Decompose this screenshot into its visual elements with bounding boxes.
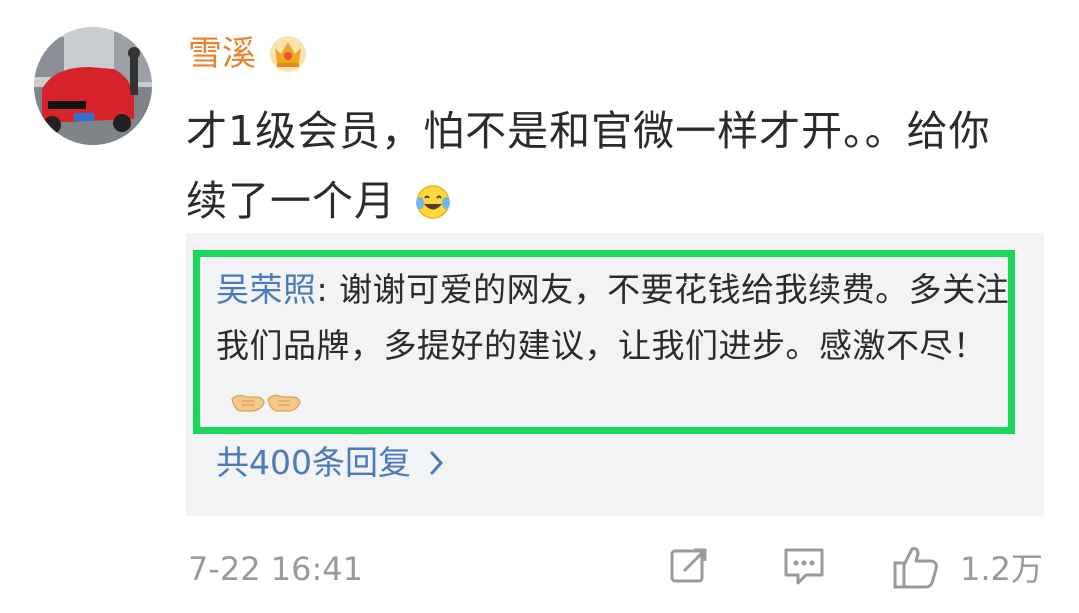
comment-icon[interactable] bbox=[782, 545, 826, 587]
handshake-icon bbox=[231, 394, 265, 412]
more-replies-label: 共400条回复 bbox=[216, 443, 411, 482]
avatar[interactable] bbox=[34, 27, 152, 145]
username-text: 雪溪 bbox=[188, 34, 256, 74]
like-count: 1.2万 bbox=[960, 550, 1043, 588]
handshake-icon bbox=[267, 394, 301, 412]
comment-body: 才1级会员，怕不是和官微一样才开。。给你续了一个月 bbox=[186, 107, 991, 225]
chevron-right-icon bbox=[430, 451, 444, 475]
reply-separator: : bbox=[316, 270, 340, 309]
like-icon[interactable] bbox=[892, 545, 942, 591]
timestamp: 7-22 16:41 bbox=[188, 550, 364, 588]
crown-vip-icon bbox=[270, 36, 306, 72]
reply-item[interactable]: 吴荣照: 谢谢可爱的网友，不要花钱给我续费。多关注我们品牌，多提好的建议，让我们… bbox=[216, 262, 1016, 430]
comment-text: 才1级会员，怕不是和官微一样才开。。给你续了一个月 bbox=[186, 96, 1026, 236]
username[interactable]: 雪溪 bbox=[188, 30, 308, 78]
reply-author[interactable]: 吴荣照 bbox=[216, 270, 317, 309]
laugh-cry-icon bbox=[416, 185, 451, 219]
share-icon[interactable] bbox=[668, 545, 710, 587]
more-replies-link[interactable]: 共400条回复 bbox=[216, 440, 445, 486]
